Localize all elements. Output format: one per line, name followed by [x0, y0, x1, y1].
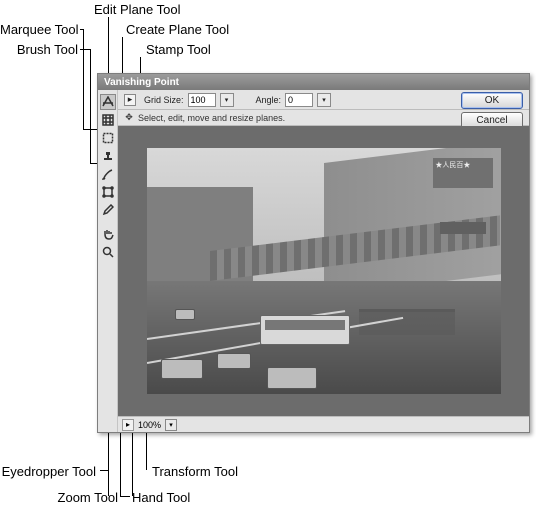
angle-dropdown[interactable]: ▾ — [317, 93, 331, 107]
angle-input[interactable] — [285, 93, 313, 107]
building-banner: ★人民百★ — [433, 158, 493, 188]
label-edit-plane: Edit Plane Tool — [94, 2, 181, 17]
dialog-title: Vanishing Point — [104, 77, 179, 88]
label-stamp: Stamp Tool — [146, 42, 211, 57]
options-bar: ▸ Grid Size: ▾ Angle: ▾ OK Cancel — [118, 90, 529, 110]
status-flyout[interactable]: ▸ — [122, 419, 134, 431]
grid-size-label: Grid Size: — [144, 95, 184, 105]
grid-size-input[interactable] — [188, 93, 216, 107]
zoom-tool[interactable] — [100, 244, 116, 260]
leader — [120, 496, 130, 497]
pointer-icon: ✥ — [124, 113, 134, 123]
dialog-main: ▸ Grid Size: ▾ Angle: ▾ OK Cancel ✥ Sele… — [118, 90, 529, 432]
eyedropper-tool[interactable] — [100, 202, 116, 218]
create-plane-tool[interactable] — [100, 112, 116, 128]
tool-strip — [98, 90, 118, 432]
label-brush: Brush Tool — [0, 42, 78, 57]
brush-tool[interactable] — [100, 166, 116, 182]
label-eyedropper: Eyedropper Tool — [0, 464, 96, 479]
leader — [100, 470, 108, 471]
vanishing-point-dialog: Vanishing Point ▸ Grid Size: ▾ Angle: — [97, 73, 530, 433]
zoom-value: 100% — [138, 420, 161, 430]
label-hand: Hand Tool — [132, 490, 190, 505]
leader — [90, 49, 91, 163]
canvas-area[interactable]: ★人民百★ — [118, 126, 529, 416]
leader — [83, 29, 84, 129]
zoom-dropdown[interactable]: ▾ — [165, 419, 177, 431]
status-bar: ▸ 100% ▾ — [118, 416, 529, 432]
marquee-tool[interactable] — [100, 130, 116, 146]
dialog-body: ▸ Grid Size: ▾ Angle: ▾ OK Cancel ✥ Sele… — [98, 90, 529, 432]
leader — [80, 49, 90, 50]
document-image: ★人民百★ — [147, 148, 501, 394]
angle-label: Angle: — [256, 95, 282, 105]
label-marquee: Marquee Tool — [0, 22, 78, 37]
edit-plane-tool[interactable] — [100, 94, 116, 110]
hint-text: Select, edit, move and resize planes. — [138, 113, 285, 123]
flyout-menu-button[interactable]: ▸ — [124, 94, 136, 106]
label-zoom: Zoom Tool — [0, 490, 118, 505]
ok-button[interactable]: OK — [461, 92, 523, 109]
stamp-tool[interactable] — [100, 148, 116, 164]
label-create-plane: Create Plane Tool — [126, 22, 229, 37]
grid-size-dropdown[interactable]: ▾ — [220, 93, 234, 107]
dialog-titlebar: Vanishing Point — [98, 74, 529, 90]
label-transform: Transform Tool — [152, 464, 238, 479]
hand-tool[interactable] — [100, 226, 116, 242]
transform-tool[interactable] — [100, 184, 116, 200]
